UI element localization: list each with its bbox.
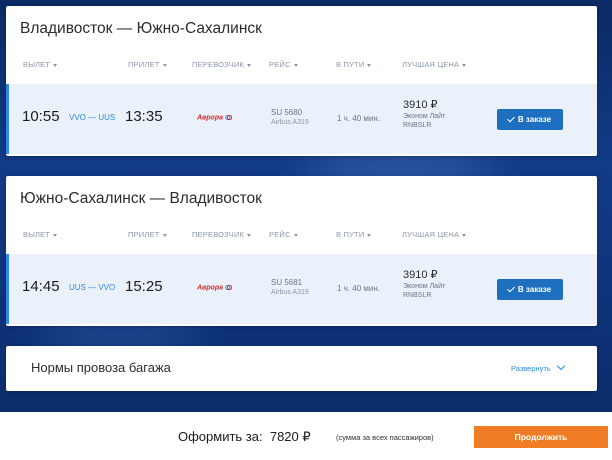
baggage-rules-title: Нормы провоза багажа (31, 360, 171, 375)
carrier-logo: Аврора (197, 284, 233, 291)
flight-row[interactable]: 14:45 UUS — VVO 15:25 Аврора SU 5681 Air… (6, 254, 597, 324)
fare-class: Эконом Лайт (403, 113, 446, 120)
total-note: (сумма за всех пассажиров) (336, 433, 434, 442)
aircraft-type: Airbus A319 (271, 289, 309, 296)
chevron-down-icon (556, 361, 566, 371)
check-icon (507, 114, 515, 123)
flight-duration: 1 ч. 40 мин. (337, 284, 381, 293)
carrier-logo-icon (225, 114, 233, 121)
column-carrier-header[interactable]: ПЕРЕВОЗЧИК (192, 230, 252, 239)
sort-caret-icon (162, 63, 167, 67)
sort-caret-icon (162, 233, 167, 237)
column-flight-header[interactable]: РЕЙС (269, 230, 298, 239)
continue-button[interactable]: Продолжить (474, 426, 608, 448)
total-price: Оформить за: 7820 ₽ (178, 429, 311, 445)
column-arrive-header[interactable]: ПРИЛЕТ (128, 230, 167, 239)
sort-caret-icon (293, 63, 298, 67)
column-depart-header[interactable]: ВЫЛЕТ (23, 60, 58, 69)
depart-time: 10:55 (22, 108, 60, 125)
check-icon (507, 284, 515, 293)
sort-caret-icon (462, 63, 467, 67)
sort-caret-icon (293, 233, 298, 237)
return-route-title: Южно-Сахалинск — Владивосток (20, 190, 262, 207)
flight-row[interactable]: 10:55 VVO — UUS 13:35 Аврора SU 5680 Air… (6, 84, 597, 154)
carrier-logo-icon (225, 284, 233, 291)
in-order-button[interactable]: В заказе (497, 279, 563, 300)
carrier-logo: Аврора (197, 114, 233, 121)
expand-link[interactable]: Развернуть (511, 361, 566, 373)
fare-code: RNBSLR (403, 292, 432, 299)
flight-number: SU 5680 (271, 108, 303, 117)
outbound-route-title: Владивосток — Южно-Сахалинск (20, 20, 262, 37)
airport-codes: UUS — VVO (69, 283, 116, 292)
price-amount: 3910 ₽ (403, 99, 438, 111)
return-flight-card: Южно-Сахалинск — Владивосток ВЫЛЕТ ПРИЛЕ… (6, 176, 597, 326)
sort-caret-icon (367, 233, 372, 237)
sort-caret-icon (367, 63, 372, 67)
sort-caret-icon (247, 63, 252, 67)
column-price-header[interactable]: ЛУЧШАЯ ЦЕНА (402, 230, 467, 239)
sort-caret-icon (462, 233, 467, 237)
column-duration-header[interactable]: В ПУТИ (336, 230, 372, 239)
fare-code: RNBSLR (403, 122, 432, 129)
column-carrier-header[interactable]: ПЕРЕВОЗЧИК (192, 60, 252, 69)
column-price-header[interactable]: ЛУЧШАЯ ЦЕНА (402, 60, 467, 69)
depart-time: 14:45 (22, 278, 60, 295)
column-arrive-header[interactable]: ПРИЛЕТ (128, 60, 167, 69)
column-flight-header[interactable]: РЕЙС (269, 60, 298, 69)
flight-info: SU 5680 Airbus A319 (271, 108, 309, 128)
sort-caret-icon (53, 233, 58, 237)
airport-codes: VVO — UUS (69, 113, 116, 122)
checkout-footer: Оформить за: 7820 ₽ (сумма за всех пасса… (0, 412, 612, 460)
total-amount: 7820 ₽ (269, 429, 311, 444)
sort-caret-icon (53, 63, 58, 67)
outbound-flight-card: Владивосток — Южно-Сахалинск ВЫЛЕТ ПРИЛЕ… (6, 6, 597, 156)
flight-info: SU 5681 Airbus A319 (271, 278, 309, 298)
price-block: 3910 ₽ Эконом Лайт RNBSLR (403, 269, 445, 300)
aircraft-type: Airbus A319 (271, 119, 309, 126)
flight-number: SU 5681 (271, 278, 303, 287)
price-amount: 3910 ₽ (403, 269, 438, 281)
arrive-time: 13:35 (125, 108, 163, 125)
column-duration-header[interactable]: В ПУТИ (336, 60, 372, 69)
fare-class: Эконом Лайт (403, 283, 446, 290)
flight-duration: 1 ч. 40 мин. (337, 114, 381, 123)
sort-caret-icon (247, 233, 252, 237)
total-label: Оформить за: (178, 429, 263, 444)
in-order-button[interactable]: В заказе (497, 109, 563, 130)
baggage-rules-card[interactable]: Нормы провоза багажа Развернуть (6, 346, 597, 391)
arrive-time: 15:25 (125, 278, 163, 295)
price-block: 3910 ₽ Эконом Лайт RNBSLR (403, 99, 445, 130)
column-depart-header[interactable]: ВЫЛЕТ (23, 230, 58, 239)
